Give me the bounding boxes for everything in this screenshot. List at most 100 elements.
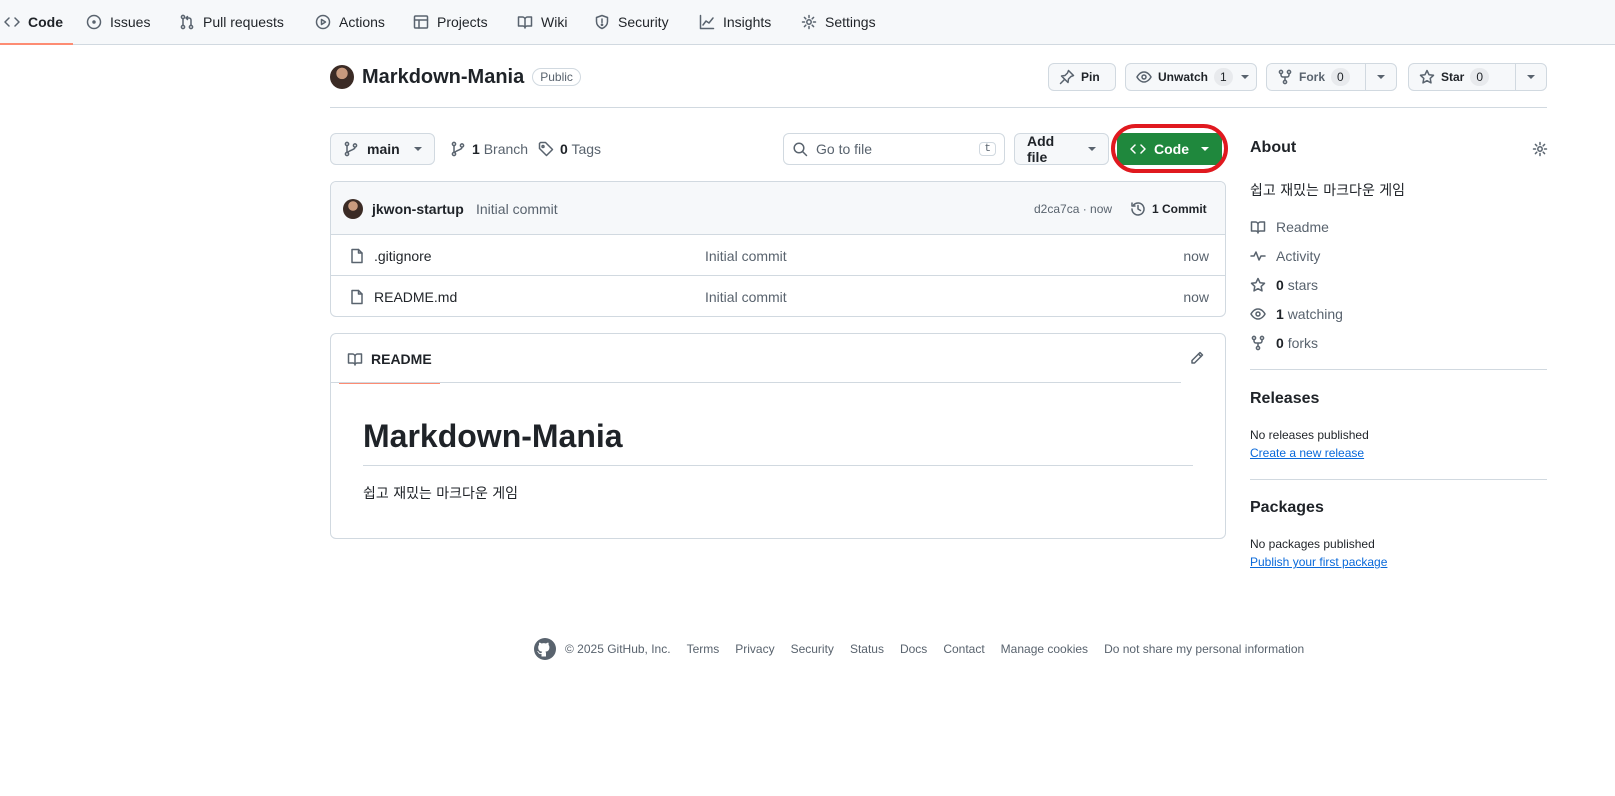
chevron-down-icon [413,147,422,151]
tab-settings[interactable]: Settings [799,0,878,44]
tab-projects[interactable]: Projects [411,0,490,44]
footer-copyright: © 2025 GitHub, Inc. [565,642,671,656]
forks-link[interactable]: 0 forks [1250,335,1318,351]
pin-button[interactable]: Pin [1048,63,1116,91]
footer-link-contact[interactable]: Contact [943,642,984,656]
file-name[interactable]: .gitignore [374,235,432,276]
tab-code[interactable]: Code [0,0,73,45]
readme-body: 쉽고 재밌는 마크다운 게임 [363,486,519,502]
activity-link[interactable]: Activity [1250,248,1320,264]
branch-icon [344,141,358,157]
pin-icon [1059,69,1075,85]
readme-tab[interactable]: README [339,334,440,384]
tag-icon [538,141,554,157]
branches-link[interactable]: 1 Branch [450,141,528,157]
history-icon [1131,201,1145,216]
footer-link-privacy[interactable]: Privacy [735,642,774,656]
star-button[interactable]: Star 0 [1408,63,1547,91]
commit-author-avatar-wrap [343,182,363,235]
table-icon [413,15,429,29]
tab-issues[interactable]: Issues [84,0,152,44]
search-icon [793,142,808,157]
file-icon-wrap [349,276,365,316]
readme-heading: Markdown-Mania [363,418,1193,466]
repo-header: Markdown-Mania Public Pin Unwatch 1 Fork… [330,60,1547,108]
footer: © 2025 GitHub, Inc. Terms Privacy Securi… [533,637,1320,661]
github-logo-icon[interactable] [533,637,557,661]
repo-nav: Code Issues Pull requests Actions Projec… [0,0,1615,45]
watch-count: 1 [1214,68,1233,86]
code-icon [1130,144,1146,154]
chevron-down-icon [1527,75,1535,79]
footer-link-manage-cookies[interactable]: Manage cookies [1001,642,1088,656]
about-settings-button[interactable] [1532,141,1548,157]
releases-empty: No releases published [1250,428,1369,442]
footer-link-status[interactable]: Status [850,642,884,656]
commit-history-link[interactable]: 1 Commit [1130,182,1207,235]
commit-message[interactable]: Initial commit [476,182,558,235]
go-to-file-input[interactable] [816,141,972,157]
pencil-icon [1191,351,1204,364]
fork-icon [1278,69,1292,85]
tab-wiki[interactable]: Wiki [515,0,569,44]
commit-author[interactable]: jkwon-startup [372,182,464,235]
fork-button[interactable]: Fork 0 [1266,63,1397,91]
tab-pull-requests[interactable]: Pull requests [177,0,286,44]
footer-link-do-not-share[interactable]: Do not share my personal information [1104,642,1304,656]
packages-title[interactable]: Packages [1250,499,1324,517]
code-button[interactable]: Code [1117,133,1222,165]
file-row[interactable]: .gitignore Initial commit now [331,235,1225,276]
code-icon [4,17,20,27]
tab-actions[interactable]: Actions [313,0,387,44]
tags-link[interactable]: 0 Tags [538,141,601,157]
divider [331,382,1181,383]
file-commit-message[interactable]: Initial commit [705,235,787,276]
create-release-link[interactable]: Create a new release [1250,446,1364,460]
footer-link-security[interactable]: Security [791,642,834,656]
issue-icon [86,14,102,30]
file-time: now [1183,288,1209,305]
latest-commit-row: jkwon-startup Initial commit d2ca7ca · n… [331,182,1225,235]
file-row[interactable]: README.md Initial commit now [331,276,1225,316]
watching-link[interactable]: 1 watching [1250,306,1343,322]
releases-title[interactable]: Releases [1250,390,1319,408]
about-title: About [1250,139,1297,156]
file-time: now [1183,247,1209,264]
add-file-button[interactable]: Add file [1014,133,1109,165]
repo-name[interactable]: Markdown-Mania [362,66,524,89]
branch-icon [451,141,465,157]
footer-link-docs[interactable]: Docs [900,642,927,656]
unwatch-button[interactable]: Unwatch 1 [1125,63,1257,91]
watch-dropdown[interactable] [1239,64,1257,90]
owner-avatar[interactable] [330,65,354,89]
file-commit-message[interactable]: Initial commit [705,276,787,316]
chevron-down-icon [1240,75,1249,79]
commit-hash-time[interactable]: d2ca7ca · now [1034,182,1112,235]
star-dropdown[interactable] [1516,64,1546,90]
readme-link[interactable]: Readme [1250,219,1329,235]
shield-icon [595,14,609,30]
about-description: 쉽고 재밌는 마크다운 게임 [1250,183,1406,199]
footer-link-terms[interactable]: Terms [687,642,720,656]
play-icon [315,14,331,30]
edit-readme-button[interactable] [1189,350,1205,366]
eye-icon [1136,71,1152,83]
star-icon [1250,277,1266,292]
readme-panel: README Markdown-Mania 쉽고 재밌는 마크다운 게임 [330,333,1226,539]
file-icon-wrap [349,235,365,276]
commit-author-avatar[interactable] [343,198,363,219]
file-list: jkwon-startup Initial commit d2ca7ca · n… [330,181,1226,317]
go-to-file-search[interactable]: t [783,133,1005,165]
tab-security[interactable]: Security [592,0,671,44]
publish-package-link[interactable]: Publish your first package [1250,555,1387,569]
book-icon [347,352,363,366]
fork-dropdown[interactable] [1366,64,1396,90]
tab-insights[interactable]: Insights [697,0,773,44]
stars-link[interactable]: 0 stars [1250,277,1318,293]
gear-icon [801,14,817,30]
branch-select-button[interactable]: main [330,133,435,165]
chevron-down-icon [1377,75,1385,79]
file-icon [351,289,363,304]
packages-empty: No packages published [1250,537,1375,551]
file-name[interactable]: README.md [374,276,457,316]
